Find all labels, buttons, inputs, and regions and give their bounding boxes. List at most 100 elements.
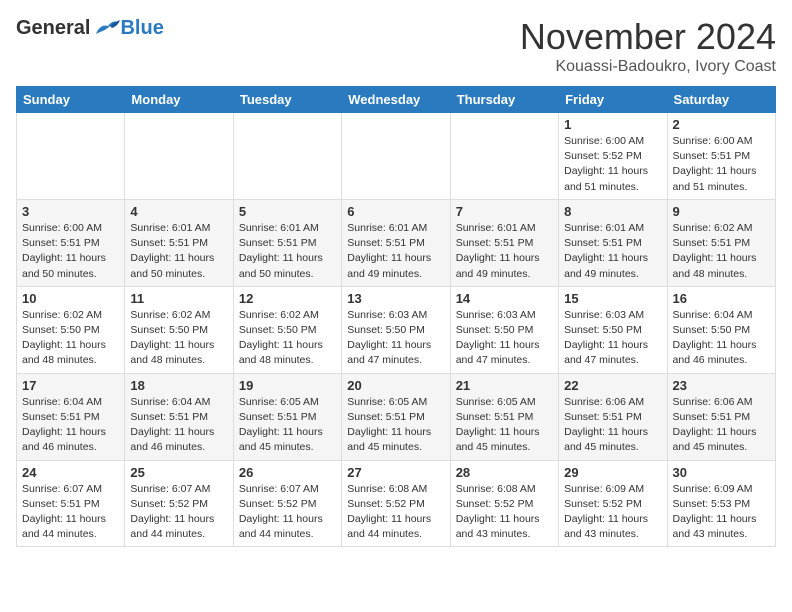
title-area: November 2024 Kouassi-Badoukro, Ivory Co…: [520, 16, 776, 76]
day-number: 2: [673, 117, 770, 132]
page-header: General Blue November 2024 Kouassi-Badou…: [16, 16, 776, 76]
day-info: Sunrise: 6:02 AM Sunset: 5:50 PM Dayligh…: [239, 308, 336, 369]
day-info: Sunrise: 6:05 AM Sunset: 5:51 PM Dayligh…: [347, 395, 444, 456]
day-info: Sunrise: 6:03 AM Sunset: 5:50 PM Dayligh…: [347, 308, 444, 369]
day-number: 14: [456, 291, 553, 306]
calendar-empty-cell: [342, 113, 450, 200]
logo: General Blue: [16, 16, 164, 40]
day-number: 16: [673, 291, 770, 306]
day-info: Sunrise: 6:00 AM Sunset: 5:51 PM Dayligh…: [673, 134, 770, 195]
day-number: 20: [347, 378, 444, 393]
calendar-day-cell: 6 Sunrise: 6:01 AM Sunset: 5:51 PM Daylig…: [342, 199, 450, 286]
day-number: 28: [456, 465, 553, 480]
day-info: Sunrise: 6:09 AM Sunset: 5:53 PM Dayligh…: [673, 482, 770, 543]
calendar-day-cell: 29 Sunrise: 6:09 AM Sunset: 5:52 PM Dayli…: [559, 460, 667, 547]
day-number: 10: [22, 291, 119, 306]
calendar-day-cell: 2 Sunrise: 6:00 AM Sunset: 5:51 PM Daylig…: [667, 113, 775, 200]
weekday-header-row: SundayMondayTuesdayWednesdayThursdayFrid…: [17, 87, 776, 113]
calendar-week-row: 10 Sunrise: 6:02 AM Sunset: 5:50 PM Dayli…: [17, 286, 776, 373]
day-info: Sunrise: 6:07 AM Sunset: 5:52 PM Dayligh…: [239, 482, 336, 543]
calendar-day-cell: 21 Sunrise: 6:05 AM Sunset: 5:51 PM Dayli…: [450, 373, 558, 460]
day-info: Sunrise: 6:03 AM Sunset: 5:50 PM Dayligh…: [564, 308, 661, 369]
logo-general-text: General: [16, 17, 90, 40]
day-number: 9: [673, 204, 770, 219]
calendar-day-cell: 4 Sunrise: 6:01 AM Sunset: 5:51 PM Daylig…: [125, 199, 233, 286]
day-info: Sunrise: 6:08 AM Sunset: 5:52 PM Dayligh…: [456, 482, 553, 543]
calendar-day-cell: 8 Sunrise: 6:01 AM Sunset: 5:51 PM Daylig…: [559, 199, 667, 286]
month-title: November 2024: [520, 16, 776, 58]
day-number: 11: [130, 291, 227, 306]
calendar-day-cell: 1Sunrise: 6:00 AM Sunset: 5:52 PM Daylig…: [559, 113, 667, 200]
day-number: 18: [130, 378, 227, 393]
calendar-week-row: 1Sunrise: 6:00 AM Sunset: 5:52 PM Daylig…: [17, 113, 776, 200]
day-info: Sunrise: 6:01 AM Sunset: 5:51 PM Dayligh…: [239, 221, 336, 282]
day-info: Sunrise: 6:06 AM Sunset: 5:51 PM Dayligh…: [673, 395, 770, 456]
day-info: Sunrise: 6:04 AM Sunset: 5:51 PM Dayligh…: [130, 395, 227, 456]
calendar-day-cell: 19 Sunrise: 6:05 AM Sunset: 5:51 PM Dayli…: [233, 373, 341, 460]
calendar-day-cell: 13 Sunrise: 6:03 AM Sunset: 5:50 PM Dayli…: [342, 286, 450, 373]
day-number: 21: [456, 378, 553, 393]
day-number: 8: [564, 204, 661, 219]
calendar-day-cell: 3Sunrise: 6:00 AM Sunset: 5:51 PM Daylig…: [17, 199, 125, 286]
calendar-week-row: 3Sunrise: 6:00 AM Sunset: 5:51 PM Daylig…: [17, 199, 776, 286]
day-number: 27: [347, 465, 444, 480]
calendar-day-cell: 26 Sunrise: 6:07 AM Sunset: 5:52 PM Dayli…: [233, 460, 341, 547]
day-number: 24: [22, 465, 119, 480]
day-info: Sunrise: 6:03 AM Sunset: 5:50 PM Dayligh…: [456, 308, 553, 369]
calendar-day-cell: 23Sunrise: 6:06 AM Sunset: 5:51 PM Dayli…: [667, 373, 775, 460]
calendar-day-cell: 15Sunrise: 6:03 AM Sunset: 5:50 PM Dayli…: [559, 286, 667, 373]
day-number: 4: [130, 204, 227, 219]
weekday-header-tuesday: Tuesday: [233, 87, 341, 113]
calendar-day-cell: 28 Sunrise: 6:08 AM Sunset: 5:52 PM Dayli…: [450, 460, 558, 547]
day-info: Sunrise: 6:04 AM Sunset: 5:51 PM Dayligh…: [22, 395, 119, 456]
calendar-day-cell: 5 Sunrise: 6:01 AM Sunset: 5:51 PM Daylig…: [233, 199, 341, 286]
day-number: 29: [564, 465, 661, 480]
calendar-day-cell: 7Sunrise: 6:01 AM Sunset: 5:51 PM Daylig…: [450, 199, 558, 286]
day-number: 13: [347, 291, 444, 306]
calendar-day-cell: 27 Sunrise: 6:08 AM Sunset: 5:52 PM Dayli…: [342, 460, 450, 547]
day-number: 6: [347, 204, 444, 219]
day-info: Sunrise: 6:05 AM Sunset: 5:51 PM Dayligh…: [456, 395, 553, 456]
day-info: Sunrise: 6:08 AM Sunset: 5:52 PM Dayligh…: [347, 482, 444, 543]
calendar-table: SundayMondayTuesdayWednesdayThursdayFrid…: [16, 86, 776, 547]
calendar-day-cell: 25Sunrise: 6:07 AM Sunset: 5:52 PM Dayli…: [125, 460, 233, 547]
day-number: 3: [22, 204, 119, 219]
calendar-day-cell: 12 Sunrise: 6:02 AM Sunset: 5:50 PM Dayli…: [233, 286, 341, 373]
weekday-header-wednesday: Wednesday: [342, 87, 450, 113]
day-info: Sunrise: 6:01 AM Sunset: 5:51 PM Dayligh…: [130, 221, 227, 282]
calendar-day-cell: 11 Sunrise: 6:02 AM Sunset: 5:50 PM Dayli…: [125, 286, 233, 373]
day-number: 17: [22, 378, 119, 393]
day-number: 26: [239, 465, 336, 480]
day-info: Sunrise: 6:01 AM Sunset: 5:51 PM Dayligh…: [564, 221, 661, 282]
calendar-day-cell: 24 Sunrise: 6:07 AM Sunset: 5:51 PM Dayli…: [17, 460, 125, 547]
day-info: Sunrise: 6:06 AM Sunset: 5:51 PM Dayligh…: [564, 395, 661, 456]
calendar-day-cell: 22Sunrise: 6:06 AM Sunset: 5:51 PM Dayli…: [559, 373, 667, 460]
calendar-empty-cell: [17, 113, 125, 200]
day-info: Sunrise: 6:02 AM Sunset: 5:50 PM Dayligh…: [130, 308, 227, 369]
day-info: Sunrise: 6:02 AM Sunset: 5:51 PM Dayligh…: [673, 221, 770, 282]
calendar-day-cell: 14 Sunrise: 6:03 AM Sunset: 5:50 PM Dayli…: [450, 286, 558, 373]
logo-blue-text: Blue: [120, 17, 163, 40]
day-info: Sunrise: 6:09 AM Sunset: 5:52 PM Dayligh…: [564, 482, 661, 543]
day-number: 19: [239, 378, 336, 393]
calendar-day-cell: 10 Sunrise: 6:02 AM Sunset: 5:50 PM Dayli…: [17, 286, 125, 373]
calendar-day-cell: 18 Sunrise: 6:04 AM Sunset: 5:51 PM Dayli…: [125, 373, 233, 460]
calendar-empty-cell: [233, 113, 341, 200]
day-info: Sunrise: 6:05 AM Sunset: 5:51 PM Dayligh…: [239, 395, 336, 456]
day-info: Sunrise: 6:02 AM Sunset: 5:50 PM Dayligh…: [22, 308, 119, 369]
calendar-day-cell: 9 Sunrise: 6:02 AM Sunset: 5:51 PM Daylig…: [667, 199, 775, 286]
day-number: 12: [239, 291, 336, 306]
day-info: Sunrise: 6:07 AM Sunset: 5:51 PM Dayligh…: [22, 482, 119, 543]
calendar-day-cell: 20 Sunrise: 6:05 AM Sunset: 5:51 PM Dayli…: [342, 373, 450, 460]
calendar-week-row: 24 Sunrise: 6:07 AM Sunset: 5:51 PM Dayli…: [17, 460, 776, 547]
calendar-day-cell: 17 Sunrise: 6:04 AM Sunset: 5:51 PM Dayli…: [17, 373, 125, 460]
logo-bird-icon: [92, 16, 120, 40]
calendar-day-cell: 16 Sunrise: 6:04 AM Sunset: 5:50 PM Dayli…: [667, 286, 775, 373]
day-info: Sunrise: 6:01 AM Sunset: 5:51 PM Dayligh…: [347, 221, 444, 282]
day-number: 7: [456, 204, 553, 219]
day-info: Sunrise: 6:00 AM Sunset: 5:52 PM Dayligh…: [564, 134, 661, 195]
weekday-header-friday: Friday: [559, 87, 667, 113]
day-number: 5: [239, 204, 336, 219]
weekday-header-thursday: Thursday: [450, 87, 558, 113]
day-info: Sunrise: 6:04 AM Sunset: 5:50 PM Dayligh…: [673, 308, 770, 369]
